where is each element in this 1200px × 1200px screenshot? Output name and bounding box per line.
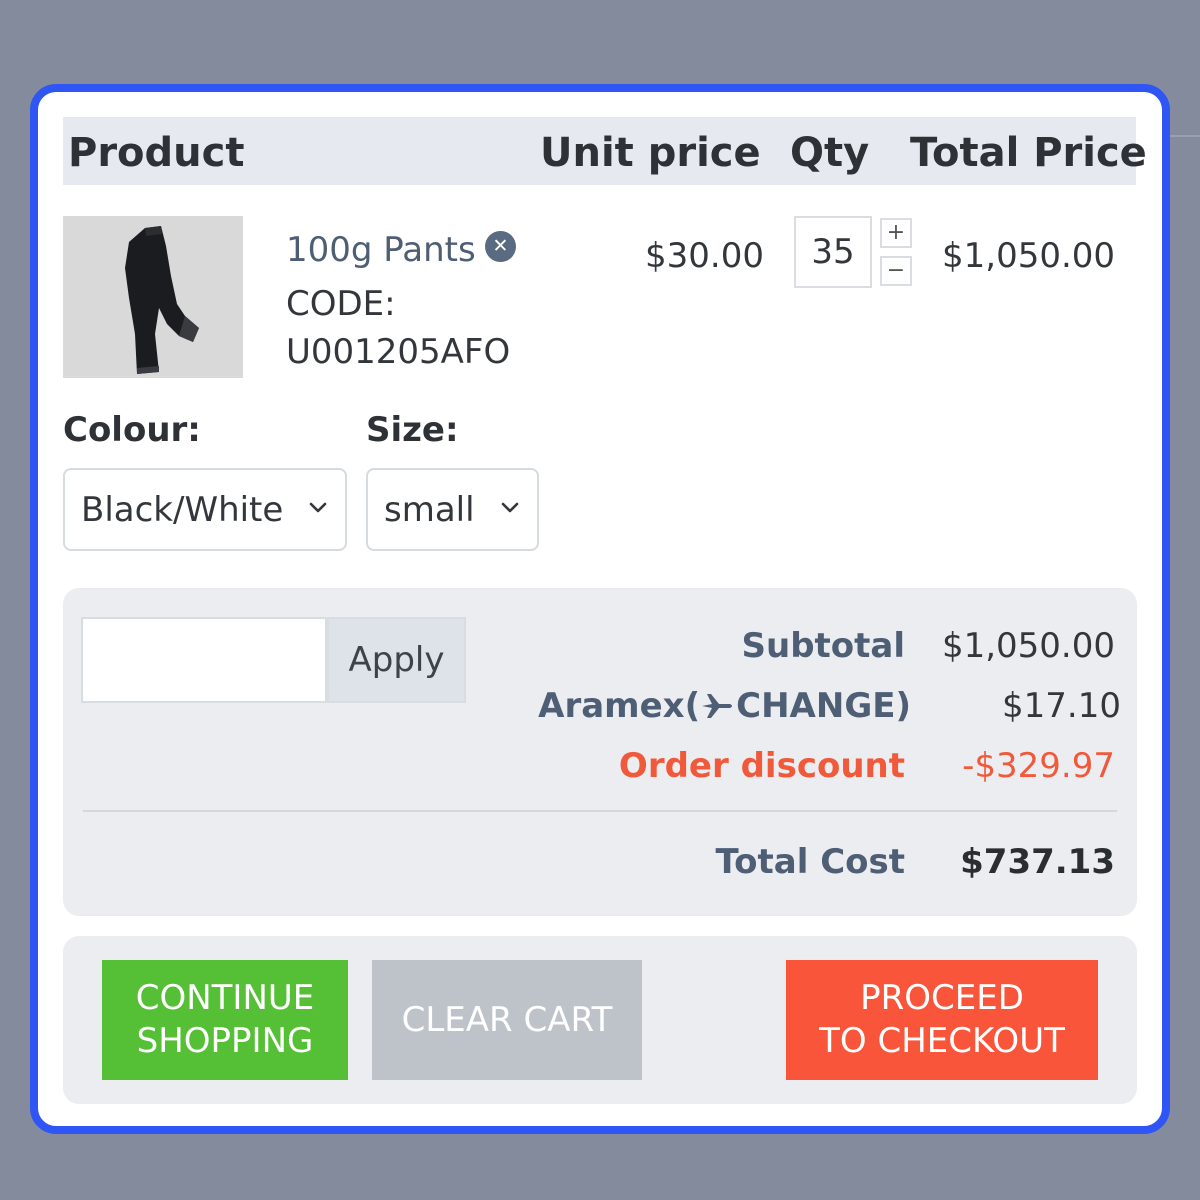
shipping-value: $17.10 — [1002, 686, 1121, 726]
size-label: Size: — [366, 410, 459, 450]
continue-shopping-button[interactable]: CONTINUE SHOPPING — [102, 960, 348, 1080]
header-product: Product — [68, 130, 245, 176]
chevron-down-icon — [501, 502, 519, 513]
apply-coupon-button[interactable]: Apply — [327, 617, 466, 703]
coupon-code-input[interactable] — [81, 617, 327, 703]
product-image[interactable] — [63, 216, 243, 378]
chevron-down-icon — [309, 502, 327, 513]
clear-cart-button[interactable]: CLEAR CART — [372, 960, 642, 1080]
size-select[interactable]: small — [366, 468, 539, 551]
product-name-link[interactable]: 100g Pants — [286, 230, 476, 270]
proceed-to-checkout-button[interactable]: PROCEED TO CHECKOUT — [786, 960, 1098, 1080]
header-qty: Qty — [790, 130, 870, 176]
close-circle-icon[interactable]: ✕ — [485, 231, 516, 262]
order-summary: Apply Subtotal $1,050.00 Aramex(CHANGE) … — [63, 588, 1137, 916]
quantity-input[interactable]: 35 — [794, 216, 872, 288]
checkout-label-line1: PROCEED — [860, 978, 1024, 1018]
colour-select[interactable]: Black/White — [63, 468, 347, 551]
checkout-label-line2: TO CHECKOUT — [819, 1021, 1065, 1061]
shipping-change-link[interactable]: CHANGE) — [736, 686, 911, 726]
unit-price-value: $30.00 — [645, 236, 764, 276]
subtotal-label: Subtotal — [741, 626, 906, 666]
total-cost-value: $737.13 — [960, 842, 1115, 882]
summary-divider — [83, 810, 1117, 812]
product-code-value: U001205AFO — [286, 332, 511, 372]
total-cost-label: Total Cost — [715, 842, 905, 882]
qty-increment-button[interactable]: + — [880, 218, 912, 248]
continue-label-line2: SHOPPING — [136, 1021, 314, 1061]
colour-select-value: Black/White — [81, 490, 284, 530]
order-discount-value: -$329.97 — [962, 746, 1115, 786]
header-total-price: Total Price — [910, 130, 1147, 176]
clear-cart-label: CLEAR CART — [401, 999, 613, 1040]
background-divider — [1168, 135, 1200, 137]
continue-label-line1: CONTINUE — [135, 978, 315, 1018]
subtotal-value: $1,050.00 — [941, 626, 1115, 666]
size-select-value: small — [384, 490, 475, 530]
black-pants-icon — [125, 226, 199, 374]
header-unit-price: Unit price — [540, 130, 761, 176]
qty-decrement-button[interactable]: − — [880, 256, 912, 286]
line-total-value: $1,050.00 — [942, 236, 1116, 276]
product-code-label: CODE: — [286, 284, 396, 324]
cart-actions: CONTINUE SHOPPING CLEAR CART PROCEED TO … — [63, 936, 1137, 1104]
airplane-icon — [702, 694, 733, 718]
colour-label: Colour: — [63, 410, 201, 450]
cart-panel: Product Unit price Qty Total Price 100g … — [30, 84, 1170, 1134]
shipping-method: Aramex( CHANGE) — [538, 686, 911, 726]
shipping-carrier-label: Aramex( — [538, 686, 701, 726]
order-discount-label: Order discount — [618, 746, 905, 786]
